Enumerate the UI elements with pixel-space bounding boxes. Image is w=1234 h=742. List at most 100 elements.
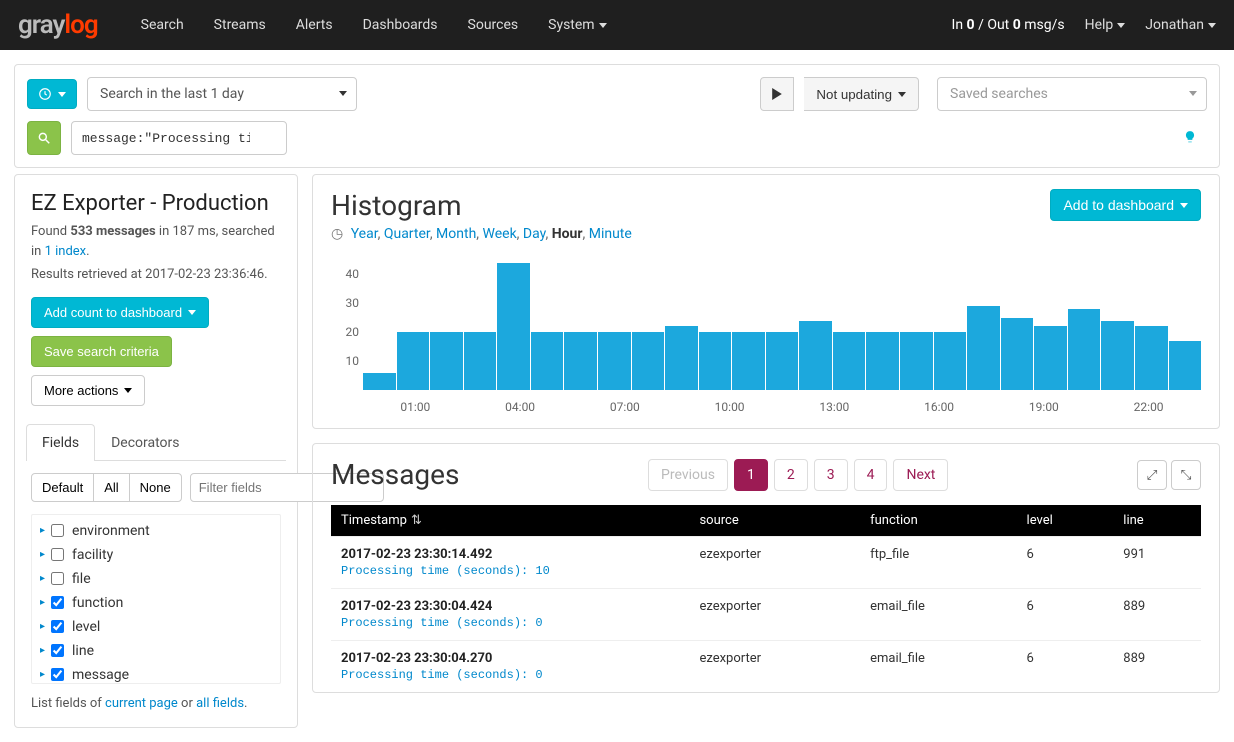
page-4[interactable]: 4 xyxy=(854,459,888,491)
col-level[interactable]: level xyxy=(1017,505,1114,537)
col-source[interactable]: source xyxy=(689,505,860,537)
time-minute[interactable]: Minute xyxy=(589,226,632,242)
play-button[interactable] xyxy=(760,77,794,111)
saved-searches-select[interactable]: Saved searches xyxy=(937,77,1207,111)
time-quarter[interactable]: Quarter xyxy=(384,226,430,242)
table-row[interactable]: 2017-02-23 23:30:04.424ezexporteremail_f… xyxy=(331,589,1201,617)
field-checkbox[interactable] xyxy=(51,524,64,537)
expand-icon[interactable]: ▸ xyxy=(40,525,45,536)
expand-icon[interactable]: ▸ xyxy=(40,597,45,608)
save-search-button[interactable]: Save search criteria xyxy=(31,336,172,367)
expand-icon[interactable]: ▸ xyxy=(40,645,45,656)
page-1[interactable]: 1 xyxy=(734,459,768,491)
bar[interactable] xyxy=(900,332,933,390)
page-next[interactable]: Next xyxy=(893,459,948,491)
expand-icon[interactable]: ▸ xyxy=(40,549,45,560)
bar[interactable] xyxy=(1068,309,1101,390)
field-checkbox[interactable] xyxy=(51,644,64,657)
all-fields-link[interactable]: all fields xyxy=(196,696,244,711)
bar[interactable] xyxy=(665,326,698,390)
timerange-type-button[interactable] xyxy=(27,79,77,109)
search-button[interactable] xyxy=(27,121,61,155)
page-3[interactable]: 3 xyxy=(814,459,848,491)
bar[interactable] xyxy=(363,373,396,390)
bar[interactable] xyxy=(699,332,732,390)
time-hour[interactable]: Hour xyxy=(552,226,583,242)
page-prev[interactable]: Previous xyxy=(648,459,728,491)
col-function[interactable]: function xyxy=(860,505,1016,537)
collapse-button[interactable]: ⤡ xyxy=(1171,460,1201,490)
bar[interactable] xyxy=(397,332,430,390)
nav-system[interactable]: System xyxy=(535,3,619,47)
bar[interactable] xyxy=(497,263,530,390)
bar[interactable] xyxy=(1034,326,1067,390)
field-label[interactable]: line xyxy=(72,643,94,659)
user-menu[interactable]: Jonathan xyxy=(1145,17,1216,33)
field-label[interactable]: facility xyxy=(72,547,113,563)
bar[interactable] xyxy=(531,332,564,390)
field-checkbox[interactable] xyxy=(51,572,64,585)
time-year[interactable]: Year xyxy=(351,226,378,242)
table-row[interactable]: 2017-02-23 23:30:04.270ezexporteremail_f… xyxy=(331,641,1201,669)
brand-logo[interactable]: graylog xyxy=(18,10,98,40)
nav-dashboards[interactable]: Dashboards xyxy=(350,3,451,47)
expand-icon[interactable]: ▸ xyxy=(40,669,45,680)
add-histogram-button[interactable]: Add to dashboard xyxy=(1050,189,1201,221)
table-row[interactable]: 2017-02-23 23:30:14.492ezexporterftp_fil… xyxy=(331,537,1201,565)
current-page-link[interactable]: current page xyxy=(105,696,178,711)
query-input[interactable] xyxy=(71,121,287,155)
field-checkbox[interactable] xyxy=(51,668,64,681)
bar[interactable] xyxy=(799,321,832,390)
bar[interactable] xyxy=(1169,341,1202,390)
bar[interactable] xyxy=(564,332,597,390)
bar[interactable] xyxy=(732,332,765,390)
histogram-chart[interactable]: 10203040 01:0004:0007:0010:0013:0016:001… xyxy=(331,260,1201,414)
bar[interactable] xyxy=(934,332,967,390)
bar[interactable] xyxy=(967,306,1000,390)
field-label[interactable]: level xyxy=(72,619,100,635)
timerange-selector[interactable]: Search in the last 1 day xyxy=(87,77,357,111)
field-label[interactable]: file xyxy=(72,571,91,587)
bar[interactable] xyxy=(1101,321,1134,390)
bar[interactable] xyxy=(430,332,463,390)
help-menu[interactable]: Help xyxy=(1085,17,1126,33)
field-checkbox[interactable] xyxy=(51,620,64,633)
page-2[interactable]: 2 xyxy=(774,459,808,491)
field-checkbox[interactable] xyxy=(51,548,64,561)
bar[interactable] xyxy=(598,332,631,390)
lightbulb-icon[interactable] xyxy=(1183,130,1197,148)
bar[interactable] xyxy=(464,332,497,390)
index-link[interactable]: 1 index xyxy=(45,244,87,259)
field-checkbox[interactable] xyxy=(51,596,64,609)
tab-fields[interactable]: Fields xyxy=(26,424,95,461)
bar[interactable] xyxy=(866,332,899,390)
field-label[interactable]: function xyxy=(72,595,123,611)
field-list[interactable]: ▸ environment ▸ facility ▸ file ▸ function ▸ leve… xyxy=(31,514,281,684)
field-label[interactable]: message xyxy=(72,667,129,683)
time-week[interactable]: Week xyxy=(483,226,517,242)
nav-streams[interactable]: Streams xyxy=(201,3,279,47)
expand-icon[interactable]: ▸ xyxy=(40,621,45,632)
filter-all[interactable]: All xyxy=(93,473,129,502)
filter-default[interactable]: Default xyxy=(31,473,94,502)
bar[interactable] xyxy=(1001,318,1034,390)
col-line[interactable]: line xyxy=(1113,505,1201,537)
tab-decorators[interactable]: Decorators xyxy=(95,424,195,461)
bar[interactable] xyxy=(632,332,665,390)
time-day[interactable]: Day xyxy=(523,226,546,242)
bar[interactable] xyxy=(833,332,866,390)
refresh-dropdown[interactable]: Not updating xyxy=(804,77,919,111)
expand-button[interactable]: ⤢ xyxy=(1137,460,1167,490)
more-actions-button[interactable]: More actions xyxy=(31,375,145,406)
col-timestamp[interactable]: Timestamp⇅ xyxy=(331,505,689,537)
filter-none[interactable]: None xyxy=(129,473,182,502)
nav-sources[interactable]: Sources xyxy=(455,3,532,47)
bar[interactable] xyxy=(766,332,799,390)
field-label[interactable]: environment xyxy=(72,523,150,539)
time-month[interactable]: Month xyxy=(436,226,476,242)
nav-search[interactable]: Search xyxy=(128,3,197,47)
expand-icon[interactable]: ▸ xyxy=(40,573,45,584)
bar[interactable] xyxy=(1135,326,1168,390)
add-count-button[interactable]: Add count to dashboard xyxy=(31,297,209,328)
nav-alerts[interactable]: Alerts xyxy=(283,3,346,47)
